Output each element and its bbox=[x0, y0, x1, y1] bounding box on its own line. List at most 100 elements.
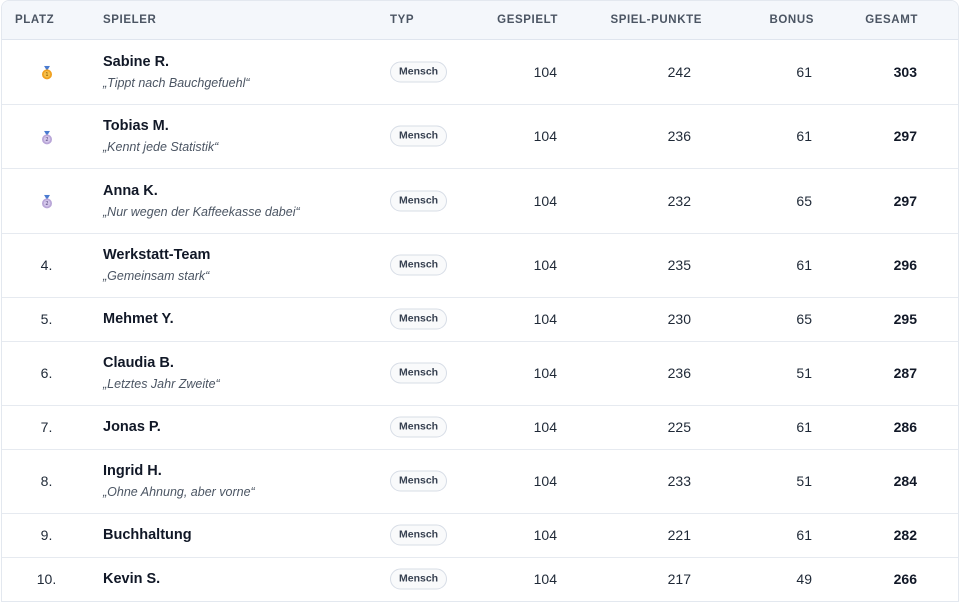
player-motto: „Gemeinsam stark“ bbox=[103, 269, 210, 284]
bonus-value: 49 bbox=[796, 571, 812, 588]
type-cell: Mensch bbox=[390, 524, 448, 546]
total-value: 284 bbox=[893, 473, 917, 490]
player-type-badge: Mensch bbox=[390, 568, 448, 590]
bonus-value: 51 bbox=[796, 473, 812, 490]
player-type-badge: Mensch bbox=[390, 470, 448, 492]
points-value: 236 bbox=[667, 365, 691, 382]
rank-cell: 2 bbox=[2, 193, 91, 209]
table-row[interactable]: 9. Buchhaltung Mensch 104 221 61 282 bbox=[2, 514, 958, 558]
bonus-value: 65 bbox=[796, 192, 812, 209]
column-header-played[interactable]: GESPIELT bbox=[497, 14, 558, 26]
player-type-badge: Mensch bbox=[390, 524, 448, 546]
svg-text:1: 1 bbox=[45, 72, 48, 78]
table-row[interactable]: 4. Werkstatt-Team „Gemeinsam stark“ Mens… bbox=[2, 233, 958, 298]
bonus-value: 61 bbox=[796, 128, 812, 145]
player-type-badge: Mensch bbox=[390, 61, 448, 83]
player-cell: Anna K. „Nur wegen der Kaffeekasse dabei… bbox=[103, 183, 300, 219]
column-header-bonus[interactable]: BONUS bbox=[769, 14, 814, 26]
played-value: 104 bbox=[533, 192, 557, 209]
table-row[interactable]: 2 Anna K. „Nur wegen der Kaffeekasse dab… bbox=[2, 169, 958, 234]
table-row[interactable]: 6. Claudia B. „Letztes Jahr Zweite“ Mens… bbox=[2, 341, 958, 406]
points-value: 242 bbox=[667, 63, 691, 80]
played-value: 104 bbox=[533, 311, 557, 328]
rank-cell: 7. bbox=[40, 419, 53, 436]
table-header: PLATZ SPIELER TYP GESPIELT SPIEL-PUNKTE … bbox=[2, 1, 958, 40]
type-cell: Mensch bbox=[390, 362, 448, 384]
player-name: Werkstatt-Team bbox=[103, 247, 211, 264]
bonus-value: 51 bbox=[796, 365, 812, 382]
type-cell: Mensch bbox=[390, 61, 448, 83]
type-cell: Mensch bbox=[390, 308, 448, 330]
rank-cell: 9. bbox=[40, 527, 53, 544]
player-cell: Tobias M. „Kennt jede Statistik“ bbox=[103, 118, 218, 154]
bonus-value: 65 bbox=[796, 311, 812, 328]
played-value: 104 bbox=[533, 419, 557, 436]
player-type-badge: Mensch bbox=[390, 190, 448, 212]
column-header-total[interactable]: GESAMT bbox=[865, 14, 918, 26]
total-value: 303 bbox=[893, 63, 917, 80]
rank-cell: 1 bbox=[2, 64, 91, 80]
player-motto: „Ohne Ahnung, aber vorne“ bbox=[103, 485, 255, 500]
played-value: 104 bbox=[533, 257, 557, 274]
player-type-badge: Mensch bbox=[390, 416, 448, 438]
column-header-type[interactable]: TYP bbox=[390, 14, 414, 26]
gold-medal-icon: 1 bbox=[41, 65, 52, 80]
svg-text:2: 2 bbox=[45, 137, 48, 143]
table-row[interactable]: 5. Mehmet Y. Mensch 104 230 65 295 bbox=[2, 298, 958, 342]
leaderboard-table: PLATZ SPIELER TYP GESPIELT SPIEL-PUNKTE … bbox=[1, 0, 959, 602]
player-cell: Buchhaltung bbox=[103, 527, 192, 543]
total-value: 286 bbox=[893, 419, 917, 436]
player-name: Sabine R. bbox=[103, 53, 170, 70]
type-cell: Mensch bbox=[390, 568, 448, 590]
player-name: Buchhaltung bbox=[103, 527, 192, 544]
player-type-badge: Mensch bbox=[390, 125, 448, 147]
played-value: 104 bbox=[533, 365, 557, 382]
total-value: 296 bbox=[893, 257, 917, 274]
player-type-badge: Mensch bbox=[390, 254, 448, 276]
points-value: 225 bbox=[667, 419, 691, 436]
table-row[interactable]: 2 Tobias M. „Kennt jede Statistik“ Mensc… bbox=[2, 104, 958, 169]
rank-cell: 2 bbox=[2, 128, 91, 144]
column-header-player[interactable]: SPIELER bbox=[103, 14, 156, 26]
type-cell: Mensch bbox=[390, 470, 448, 492]
played-value: 104 bbox=[533, 571, 557, 588]
table-row[interactable]: 8. Ingrid H. „Ohne Ahnung, aber vorne“ M… bbox=[2, 449, 958, 514]
type-cell: Mensch bbox=[390, 125, 448, 147]
type-cell: Mensch bbox=[390, 416, 448, 438]
player-name: Kevin S. bbox=[103, 571, 161, 588]
played-value: 104 bbox=[533, 473, 557, 490]
type-cell: Mensch bbox=[390, 190, 448, 212]
points-value: 233 bbox=[667, 473, 691, 490]
rank-cell: 10. bbox=[36, 571, 57, 588]
player-cell: Sabine R. „Tippt nach Bauchgefuehl“ bbox=[103, 54, 250, 90]
points-value: 232 bbox=[667, 192, 691, 209]
silver-medal-icon: 2 bbox=[41, 194, 52, 209]
rank-cell: 8. bbox=[40, 473, 53, 490]
table-row[interactable]: 7. Jonas P. Mensch 104 225 61 286 bbox=[2, 406, 958, 450]
rank-cell: 4. bbox=[40, 257, 53, 274]
rank-cell: 6. bbox=[40, 365, 53, 382]
player-name: Jonas P. bbox=[103, 419, 161, 436]
played-value: 104 bbox=[533, 63, 557, 80]
player-motto: „Letztes Jahr Zweite“ bbox=[103, 377, 220, 392]
player-type-badge: Mensch bbox=[390, 308, 448, 330]
player-motto: „Nur wegen der Kaffeekasse dabei“ bbox=[103, 204, 300, 219]
points-value: 235 bbox=[667, 257, 691, 274]
total-value: 287 bbox=[893, 365, 917, 382]
column-header-points[interactable]: SPIEL-PUNKTE bbox=[610, 14, 702, 26]
player-name: Mehmet Y. bbox=[103, 311, 174, 328]
played-value: 104 bbox=[533, 527, 557, 544]
total-value: 297 bbox=[893, 128, 917, 145]
player-cell: Mehmet Y. bbox=[103, 311, 174, 327]
type-cell: Mensch bbox=[390, 254, 448, 276]
table-row[interactable]: 1 Sabine R. „Tippt nach Bauchgefuehl“ Me… bbox=[2, 40, 958, 105]
player-name: Claudia B. bbox=[103, 355, 174, 372]
column-header-rank[interactable]: PLATZ bbox=[15, 14, 54, 26]
player-type-badge: Mensch bbox=[390, 362, 448, 384]
points-value: 230 bbox=[667, 311, 691, 328]
player-name: Tobias M. bbox=[103, 118, 169, 135]
bonus-value: 61 bbox=[796, 257, 812, 274]
bonus-value: 61 bbox=[796, 527, 812, 544]
table-row[interactable]: 10. Kevin S. Mensch 104 217 49 266 bbox=[2, 557, 958, 601]
player-cell: Werkstatt-Team „Gemeinsam stark“ bbox=[103, 247, 210, 283]
